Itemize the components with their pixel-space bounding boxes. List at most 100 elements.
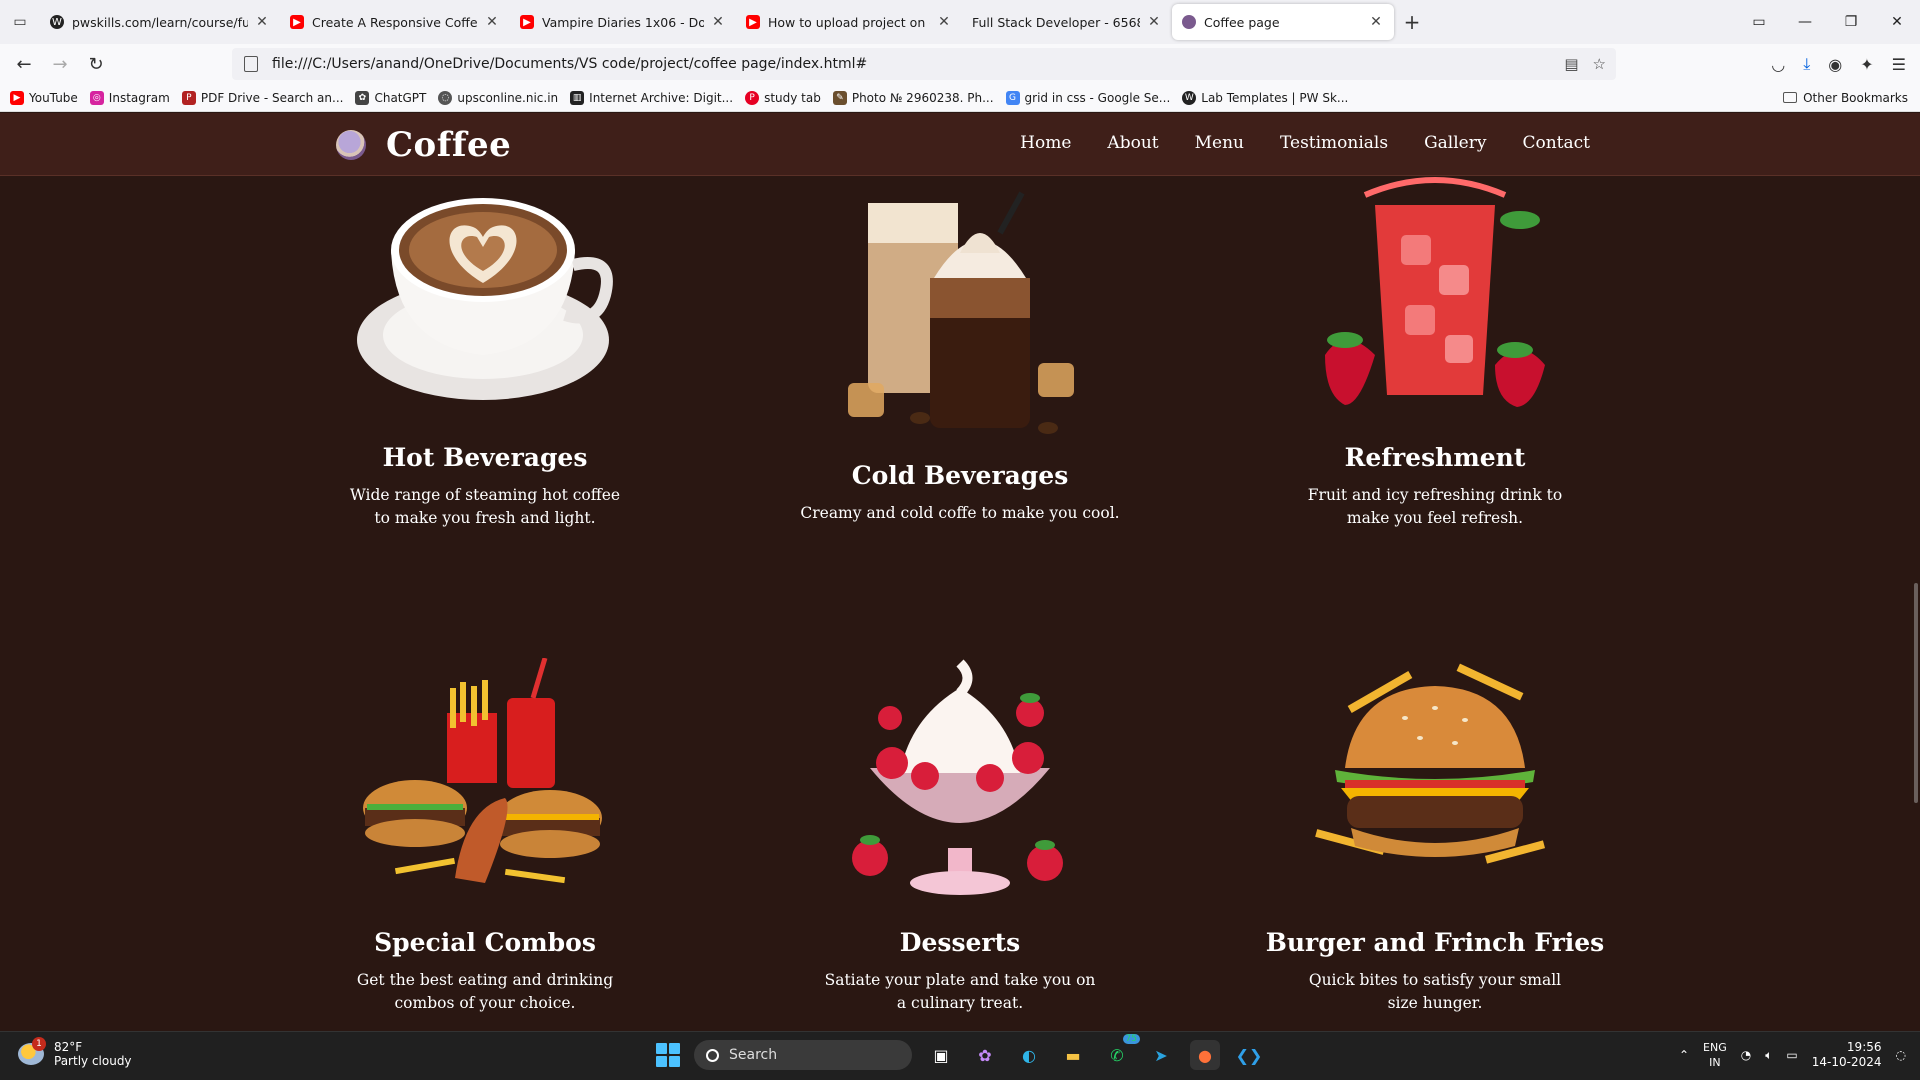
edge-icon[interactable]: ◐ [1014,1040,1044,1070]
tab-full-stack[interactable]: Full Stack Developer - 6568179250c2 ✕ [962,4,1172,40]
whatsapp-unread-count: 75 [1122,1034,1140,1044]
site-logo[interactable]: Coffee [336,125,511,165]
bookmark-item[interactable]: ✎ Photo № 2960238. Ph... [832,90,994,105]
forward-icon[interactable]: → [42,54,78,75]
tab-manager-icon[interactable]: ▭ [1736,14,1782,30]
address-bar[interactable]: file:///C:/Users/anand/OneDrive/Document… [232,48,1616,80]
menu-card-title: Cold Beverages [851,461,1069,490]
region-code: IN [1709,1056,1721,1069]
bookmark-label: Instagram [108,90,170,105]
strawberry-sundae-image [830,658,1090,908]
taskbar-search[interactable]: Search [694,1040,912,1070]
bookmark-item[interactable]: ✿ ChatGPT [355,90,426,105]
telegram-icon[interactable]: ➤ [1146,1040,1176,1070]
chevron-up-icon[interactable]: ⌃ [1679,1048,1689,1062]
pocket-icon[interactable]: ◡ [1771,55,1785,74]
menu-icon[interactable]: ☰ [1892,55,1906,74]
tab-title: Vampire Diaries 1x06 - Down (J [542,14,704,30]
vscode-icon[interactable]: ❮❯ [1234,1040,1264,1070]
tab-coffee-tutorial[interactable]: ▶ Create A Responsive Coffee ✕ [280,4,510,40]
coffee-cup-image [355,175,615,405]
start-button[interactable] [656,1043,680,1067]
extensions-icon[interactable]: ✦ [1860,55,1873,74]
clock[interactable]: 19:56 14-10-2024 [1812,1040,1882,1070]
windows-taskbar: 1 82°F Partly cloudy Search ▣ ✿ ◐ ▬ ✆ 75 … [0,1031,1920,1080]
nav-link-menu[interactable]: Menu [1195,133,1244,153]
tab-vampire-diaries[interactable]: ▶ Vampire Diaries 1x06 - Down (J ✕ [510,4,736,40]
bookmark-item[interactable]: ◎ Instagram [89,90,170,105]
wordpress-icon: W [50,15,64,29]
bookmark-item[interactable]: ▥ Internet Archive: Digit... [570,90,734,105]
nav-link-contact[interactable]: Contact [1522,133,1590,153]
nav-link-testimonials[interactable]: Testimonials [1280,133,1388,153]
page-scrollbar-thumb[interactable] [1914,583,1918,803]
menu-card-hot-beverages: Hot Beverages Wide range of steaming hot… [305,175,665,530]
bookmark-label: Internet Archive: Digit... [589,90,734,105]
battery-icon[interactable]: ▭ [1786,1048,1797,1062]
coffee-cup-logo-icon [336,130,366,160]
file-explorer-icon[interactable]: ▬ [1058,1040,1088,1070]
menu-card-title: Desserts [899,928,1021,957]
menu-card-description: Wide range of steaming hot coffee to mak… [349,486,621,527]
reader-view-icon[interactable]: ▤ [1564,55,1578,73]
weather-widget[interactable]: 1 82°F Partly cloudy [18,1037,132,1068]
nav-link-gallery[interactable]: Gallery [1424,133,1486,153]
download-icon[interactable]: ⤓ [1803,54,1810,74]
tab-title: Full Stack Developer - 6568179250c2 [972,14,1140,30]
weather-condition: Partly cloudy [54,1054,132,1068]
menu-card-title: Burger and Frinch Fries [1265,928,1605,957]
bookmark-label: YouTube [29,90,78,105]
nav-link-about[interactable]: About [1107,133,1158,153]
bookmark-item[interactable]: Pstudy tab [745,90,821,105]
back-icon[interactable]: ← [6,54,42,75]
copilot-icon[interactable]: ✿ [970,1040,1000,1070]
youtube-icon: ▶ [290,15,304,29]
restore-icon[interactable]: ❐ [1828,14,1874,30]
bookmark-item[interactable]: P PDF Drive - Search an... [181,90,343,105]
close-icon[interactable]: ✕ [710,14,726,30]
bookmark-label: Lab Templates | PW Sk... [1201,90,1349,105]
close-icon[interactable]: ✕ [254,14,270,30]
firefox-icon[interactable]: ● [1190,1040,1220,1070]
volume-icon[interactable]: 🔈︎ [1765,1048,1772,1063]
bookmark-item[interactable]: ◌ upsconline.nic.in [438,90,558,105]
site-nav: Home About Menu Testimonials Gallery Con… [1020,133,1590,153]
bookmark-label: grid in css - Google Se... [1024,90,1171,105]
tab-coffee-page[interactable]: Coffee page ✕ [1172,4,1394,40]
temperature: 82°F [54,1040,83,1054]
wifi-icon[interactable]: ◔ [1741,1048,1751,1062]
language-indicator[interactable]: ENG IN [1703,1040,1727,1070]
time: 19:56 [1846,1040,1882,1054]
photo-icon: ✎ [832,90,847,105]
other-bookmarks[interactable]: Other Bookmarks [1783,91,1908,105]
bookmark-item[interactable]: W Lab Templates | PW Sk... [1182,90,1349,105]
reload-icon[interactable]: ↻ [78,54,114,75]
menu-card-description: Satiate your plate and take you on a cul… [824,971,1096,1012]
instagram-icon: ◎ [89,90,104,105]
minimize-icon[interactable]: — [1782,14,1828,30]
task-view-icon[interactable]: ▣ [926,1040,956,1070]
browser-toolbar: ← → ↻ file:///C:/Users/anand/OneDrive/Do… [0,44,1920,84]
pdf-drive-icon: P [181,90,196,105]
close-window-icon[interactable]: ✕ [1874,14,1920,30]
tab-github-upload[interactable]: ▶ How to upload project on githu ✕ [736,4,962,40]
combo-meal-image [355,657,615,908]
bookmark-item[interactable]: Ggrid in css - Google Se... [1005,90,1171,105]
bookmark-item[interactable]: ▶ YouTube [10,90,78,105]
nav-link-home[interactable]: Home [1020,133,1071,153]
menu-card-description: Fruit and icy refreshing drink to make y… [1307,486,1563,527]
globe-icon: ◌ [438,90,453,105]
tab-pwskills[interactable]: W pwskills.com/learn/course/full- ✕ [40,4,280,40]
notifications-icon[interactable]: ◌ [1896,1048,1906,1062]
close-icon[interactable]: ✕ [1146,14,1162,30]
list-all-tabs-icon[interactable]: ▭ [0,0,40,44]
close-icon[interactable]: ✕ [1368,14,1384,30]
url-text: file:///C:/Users/anand/OneDrive/Document… [272,56,868,72]
account-icon[interactable]: ◉ [1828,55,1842,74]
close-icon[interactable]: ✕ [936,14,952,30]
bookmark-star-icon[interactable]: ☆ [1593,55,1606,73]
close-icon[interactable]: ✕ [484,14,500,30]
burger-fries-image [1305,658,1565,908]
new-tab-button[interactable]: + [1394,10,1430,34]
whatsapp-icon[interactable]: ✆ 75 [1102,1034,1140,1070]
